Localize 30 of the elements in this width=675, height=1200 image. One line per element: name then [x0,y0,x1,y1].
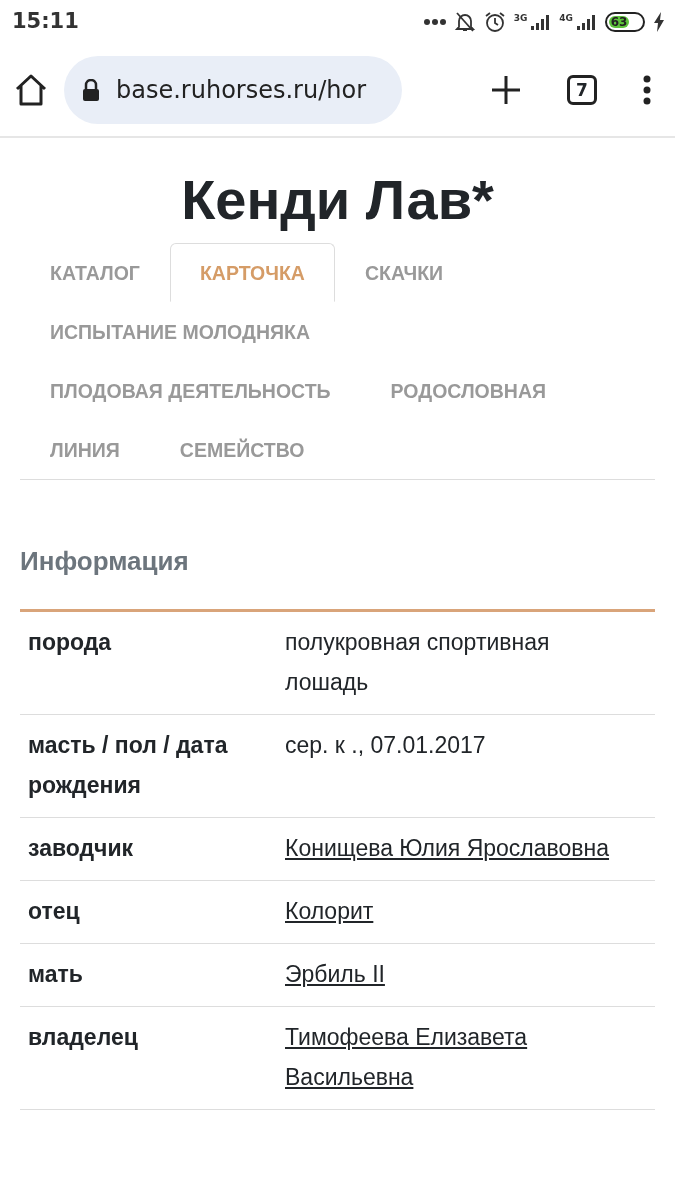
value-link[interactable]: Эрбиль II [285,954,385,995]
network-label: 4G [559,14,573,23]
nav-tab[interactable]: КАРТОЧКА [169,243,335,303]
field-label: масть / пол / дата рождения [28,731,229,801]
value-link[interactable]: Колорит [285,891,374,932]
tab-count-button[interactable]: 7 [567,75,597,105]
home-icon[interactable] [14,74,48,106]
clock-time: 15:11 [12,8,79,36]
field-label: заводчик [28,834,135,864]
page-title: Кенди Лав* [180,167,495,233]
field-value: полукровная спортивная лошадь [285,628,551,698]
menu-icon[interactable] [643,75,651,105]
network-label: 3G [513,14,528,23]
address-bar[interactable]: base.ruhorses.ru/hor [64,56,402,124]
field-value: сер. к ., 07.01.2017 [285,731,487,761]
plus-icon[interactable] [491,75,521,105]
muted-bell-icon [453,11,476,33]
more-dots-icon [423,19,446,25]
field-label: владелец [28,1023,139,1053]
value-link[interactable]: Тимофеева Елизавета Васильевна [285,1017,615,1098]
signal-icon [531,14,552,30]
field-label: отец [28,897,81,927]
section-title: Информация [20,542,655,613]
signal-icon [577,14,597,30]
field-label: мать [28,960,84,990]
battery-level: 63 [609,16,630,28]
url-text: base.ruhorses.ru/hor [116,75,366,106]
value-link[interactable]: Конищева Юлия Ярославовна [285,828,610,869]
field-label: порода [28,628,113,658]
alarm-icon [483,11,506,33]
